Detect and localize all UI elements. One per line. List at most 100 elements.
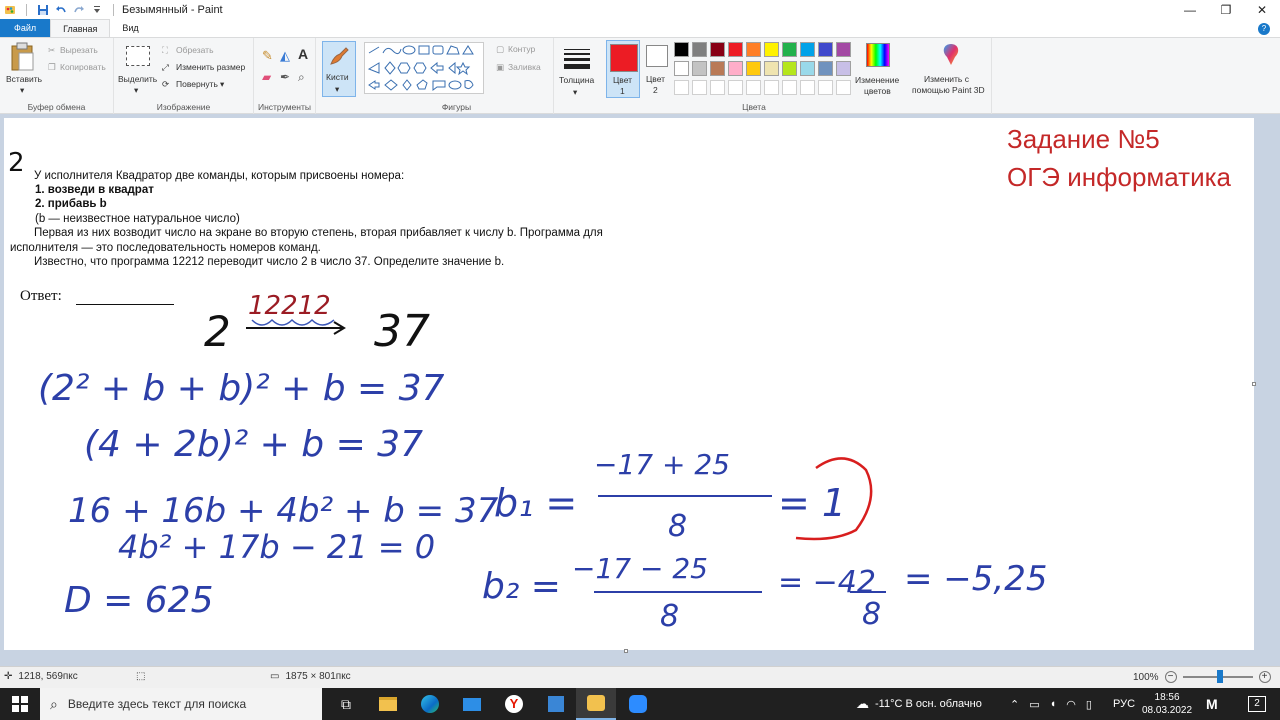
paint3d-group: Изменить с помощью Paint 3D bbox=[908, 38, 992, 114]
palette-swatch[interactable] bbox=[782, 42, 797, 57]
palette-swatch[interactable] bbox=[782, 61, 797, 76]
zoom-slider[interactable] bbox=[1182, 670, 1253, 683]
minimize-button[interactable]: — bbox=[1172, 0, 1208, 20]
chevron-down-icon[interactable]: ▾ bbox=[220, 79, 224, 90]
palette-swatch-empty[interactable] bbox=[800, 80, 815, 95]
redo-icon[interactable] bbox=[73, 4, 85, 16]
eraser-icon[interactable]: ▰ bbox=[262, 70, 271, 84]
taskbar-zoom[interactable] bbox=[618, 688, 658, 720]
palette-swatch-empty[interactable] bbox=[836, 80, 851, 95]
palette-swatch-empty[interactable] bbox=[746, 80, 761, 95]
save-icon[interactable] bbox=[37, 4, 49, 16]
palette-swatch[interactable] bbox=[728, 61, 743, 76]
taskbar-explorer[interactable] bbox=[368, 688, 408, 720]
size-button[interactable]: Толщина ▾ bbox=[558, 41, 598, 97]
taskbar-search[interactable]: ⌕ Введите здесь текст для поиска bbox=[40, 688, 322, 720]
start-button[interactable] bbox=[0, 688, 40, 720]
palette-swatch[interactable] bbox=[710, 42, 725, 57]
color2-button[interactable]: Цвет 2 bbox=[644, 40, 676, 98]
color-picker-icon[interactable]: ✒ bbox=[280, 70, 290, 84]
chevron-down-icon[interactable]: ▾ bbox=[20, 85, 24, 96]
palette-swatch-empty[interactable] bbox=[782, 80, 797, 95]
palette-swatch-empty[interactable] bbox=[728, 80, 743, 95]
rainbow-palette-icon bbox=[866, 43, 890, 67]
tab-home[interactable]: Главная bbox=[50, 19, 111, 37]
show-hidden-icons[interactable]: ⌃ bbox=[1010, 698, 1019, 711]
palette-swatch[interactable] bbox=[692, 61, 707, 76]
network-icon[interactable]: ▭ bbox=[1029, 698, 1039, 711]
zoom-out-button[interactable]: − bbox=[1164, 671, 1177, 683]
paste-icon[interactable] bbox=[10, 42, 36, 75]
taskbar-mail[interactable] bbox=[452, 688, 492, 720]
zoom-in-button[interactable]: + bbox=[1258, 671, 1271, 683]
palette-swatch-empty[interactable] bbox=[674, 80, 689, 95]
resize-button[interactable]: Изменить размер bbox=[176, 62, 245, 72]
rotate-button[interactable]: Повернуть bbox=[176, 79, 218, 89]
paste-button[interactable]: Вставить bbox=[6, 74, 42, 84]
palette-swatch[interactable] bbox=[800, 61, 815, 76]
copy-button[interactable]: Копировать bbox=[60, 62, 106, 72]
palette-swatch[interactable] bbox=[836, 42, 851, 57]
hw-eq3: 16 + 16b + 4b² + b = 37 bbox=[68, 491, 499, 531]
canvas-resize-handle[interactable] bbox=[624, 649, 628, 653]
notification-center[interactable]: 2 bbox=[1248, 688, 1266, 720]
language-indicator[interactable]: РУС bbox=[1113, 688, 1135, 720]
tab-view[interactable]: Вид bbox=[110, 19, 150, 37]
pencil-icon[interactable]: ✎ bbox=[262, 48, 273, 64]
cut-button[interactable]: Вырезать bbox=[60, 45, 98, 55]
palette-swatch[interactable] bbox=[764, 42, 779, 57]
crop-icon: ⛶ bbox=[162, 45, 168, 55]
brushes-button[interactable]: Кисти ▾ bbox=[322, 41, 356, 97]
palette-swatch-empty[interactable] bbox=[818, 80, 833, 95]
color1-button[interactable]: Цвет 1 bbox=[606, 40, 640, 98]
crop-button[interactable]: Обрезать bbox=[176, 45, 214, 55]
palette-swatch[interactable] bbox=[674, 42, 689, 57]
tab-file[interactable]: Файл bbox=[0, 19, 51, 37]
taskbar-paint[interactable] bbox=[576, 688, 616, 720]
weather-widget[interactable]: ☁ -11°C В осн. облачно bbox=[856, 688, 982, 720]
clock[interactable]: 18:56 08.03.2022 bbox=[1142, 688, 1192, 720]
task-view-button[interactable]: ⧉ bbox=[326, 688, 366, 720]
palette-swatch[interactable] bbox=[800, 42, 815, 57]
palette-swatch[interactable] bbox=[764, 61, 779, 76]
undo-icon[interactable] bbox=[55, 4, 67, 16]
palette-swatch[interactable] bbox=[674, 61, 689, 76]
zoom-slider-thumb[interactable] bbox=[1216, 670, 1223, 683]
help-icon[interactable]: ? bbox=[1258, 23, 1270, 35]
canvas-area[interactable]: 2 У исполнителя Квадратор две команды, к… bbox=[0, 114, 1280, 666]
text-icon[interactable]: A bbox=[298, 46, 308, 62]
taskbar-yandex[interactable]: Y bbox=[494, 688, 534, 720]
taskbar-app-tray[interactable]: M bbox=[1206, 688, 1218, 720]
select-icon[interactable] bbox=[126, 46, 150, 66]
maximize-button[interactable]: ❐ bbox=[1208, 0, 1244, 20]
palette-swatch-empty[interactable] bbox=[764, 80, 779, 95]
volume-icon[interactable]: ◖ bbox=[1050, 698, 1057, 710]
fill-button[interactable]: Заливка bbox=[508, 62, 541, 72]
palette-swatch[interactable] bbox=[836, 61, 851, 76]
customize-toolbar-icon[interactable] bbox=[91, 4, 103, 16]
palette-swatch-empty[interactable] bbox=[692, 80, 707, 95]
outline-button[interactable]: Контур bbox=[508, 44, 535, 54]
palette-swatch[interactable] bbox=[710, 61, 725, 76]
battery-icon[interactable]: ▯ bbox=[1086, 698, 1092, 711]
chevron-down-icon[interactable]: ▾ bbox=[134, 85, 138, 96]
drawing-canvas[interactable]: 2 У исполнителя Квадратор две команды, к… bbox=[4, 118, 1254, 650]
magnifier-icon[interactable]: ⌕ bbox=[298, 70, 305, 85]
palette-swatch[interactable] bbox=[728, 42, 743, 57]
edit-paint3d-button[interactable]: Изменить с помощью Paint 3D bbox=[912, 41, 990, 99]
palette-swatch-empty[interactable] bbox=[710, 80, 725, 95]
taskbar-store[interactable] bbox=[536, 688, 576, 720]
wifi-icon[interactable]: ◠ bbox=[1066, 698, 1076, 711]
edit-colors-button[interactable]: Изменение цветов bbox=[852, 41, 908, 101]
close-button[interactable]: ✕ bbox=[1244, 0, 1280, 20]
shapes-gallery[interactable] bbox=[364, 42, 484, 94]
palette-swatch[interactable] bbox=[818, 61, 833, 76]
fill-icon[interactable]: ◭ bbox=[280, 48, 290, 64]
select-button[interactable]: Выделить bbox=[118, 74, 157, 84]
palette-swatch[interactable] bbox=[692, 42, 707, 57]
taskbar-edge[interactable] bbox=[410, 688, 450, 720]
palette-swatch[interactable] bbox=[746, 42, 761, 57]
canvas-resize-handle[interactable] bbox=[1252, 382, 1256, 386]
palette-swatch[interactable] bbox=[818, 42, 833, 57]
palette-swatch[interactable] bbox=[746, 61, 761, 76]
